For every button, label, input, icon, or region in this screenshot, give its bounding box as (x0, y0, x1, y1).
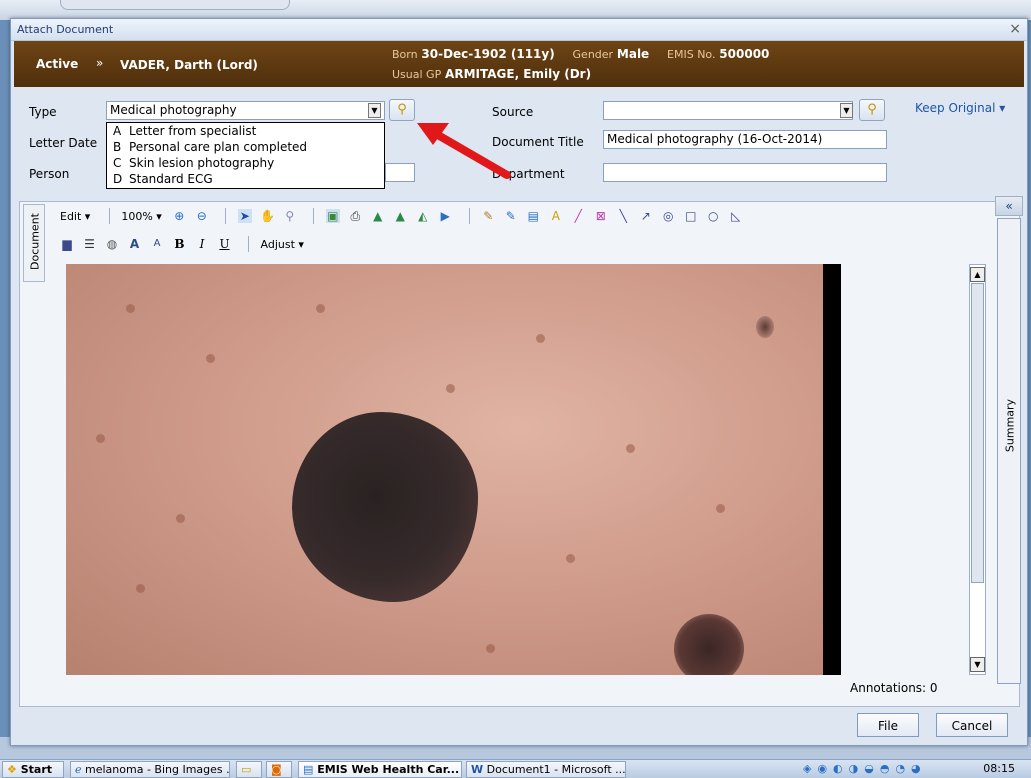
type-dropdown-list: A Letter from specialist B Personal care p… (106, 122, 385, 189)
system-tray: ◈◉◐◑◒◓◔◕ 08:15 (799, 761, 1029, 778)
red-arrow-annotation-icon (417, 123, 511, 179)
tray-icons[interactable]: ◈◉◐◑◒◓◔◕ (803, 762, 927, 775)
document-tab[interactable]: Document (23, 204, 45, 282)
file-button[interactable]: File (857, 713, 919, 737)
lesion-photo (66, 264, 823, 675)
emis-label: EMIS No. (667, 48, 716, 61)
taskbar-item-browser[interactable]: ℯ melanoma - Bing Images ... (70, 761, 230, 778)
annotations-count: Annotations: 0 (850, 681, 938, 695)
dialog-titlebar: Attach Document × (11, 19, 1027, 41)
patient-banner: Active » VADER, Darth (Lord) Born 30-Dec… (14, 41, 1024, 87)
born-label: Born (392, 48, 418, 61)
viewer-toolbar-row2: ▆ ☰ ◍ A A B I U Adjust ▾ (60, 236, 311, 258)
paint-bucket-icon[interactable]: ◍ (105, 237, 119, 251)
document-viewer: Document Edit ▾ 100% ▾ ⊕ ⊖ ➤ ✋ ⚲ ▣ ⎙ ▲ ▲… (19, 196, 1023, 707)
flip-icon[interactable]: ◭ (416, 209, 430, 223)
rotate-right-icon[interactable]: ▲ (393, 209, 407, 223)
type-option[interactable]: A Letter from specialist (107, 123, 384, 139)
person-label: Person (29, 167, 70, 181)
type-option[interactable]: B Personal care plan completed (107, 139, 384, 155)
zoom-select[interactable]: 100% ▾ (121, 210, 161, 223)
born-value: 30-Dec-1902 (111y) (421, 47, 555, 61)
close-icon[interactable]: × (1009, 21, 1021, 37)
attach-document-dialog: Attach Document × Active » VADER, Darth … (10, 18, 1028, 746)
rectangle-icon[interactable]: □ (684, 209, 698, 223)
zoom-out-icon[interactable]: ⊖ (195, 209, 209, 223)
windows-taskbar: ❖ Start ℯ melanoma - Bing Images ... ▭ ◙… (0, 759, 1031, 778)
source-dropdown-arrow-icon[interactable]: ▼ (840, 103, 853, 118)
desktop-top (0, 0, 1031, 20)
collapse-icon[interactable]: « (995, 196, 1023, 216)
lasso-icon[interactable]: ◎ (661, 209, 675, 223)
arrow-tool-icon[interactable]: ↗ (639, 209, 653, 223)
scroll-thumb[interactable] (971, 283, 984, 583)
gender-label: Gender (572, 48, 614, 61)
patient-status: Active (36, 57, 79, 71)
bold-icon[interactable]: B (173, 237, 187, 251)
gp-label: Usual GP (392, 68, 442, 81)
clock: 08:15 (983, 762, 1015, 775)
stamp-icon[interactable]: ✎ (481, 209, 495, 223)
department-input[interactable] (603, 163, 887, 182)
text-box-icon[interactable]: ▤ (526, 209, 540, 223)
patient-details-row1: Born 30-Dec-1902 (111y) Gender Male EMIS… (392, 47, 769, 61)
taskbar-folder-icon[interactable]: ▭ (236, 761, 262, 778)
source-search-icon[interactable]: ⚲ (859, 99, 885, 121)
line-icon[interactable]: ╲ (616, 209, 630, 223)
gp-value: ARMITAGE, Emily (Dr) (445, 67, 592, 81)
highlight-icon[interactable]: A (549, 209, 563, 223)
melanoma-lesion (292, 412, 478, 602)
letter-date-label: Letter Date (29, 136, 98, 150)
magnifier-icon[interactable]: ⚲ (283, 209, 297, 223)
rotate-left-icon[interactable]: ▲ (371, 209, 385, 223)
summary-pane: « Summary (995, 196, 1023, 688)
scroll-up-icon[interactable]: ▲ (970, 267, 985, 282)
polygon-icon[interactable]: ◺ (729, 209, 743, 223)
viewer-toolbar-row1: Edit ▾ 100% ▾ ⊕ ⊖ ➤ ✋ ⚲ ▣ ⎙ ▲ ▲ ◭ ▶ ✎ ✎ … (60, 208, 748, 230)
zoom-in-icon[interactable]: ⊕ (172, 209, 186, 223)
play-icon[interactable]: ▶ (438, 209, 452, 223)
keep-original-menu[interactable]: Keep Original ▾ (915, 101, 1005, 115)
start-button[interactable]: ❖ Start (2, 761, 64, 778)
type-dropdown-arrow-icon[interactable]: ▼ (368, 103, 381, 118)
summary-tab[interactable]: Summary (997, 218, 1021, 684)
taskbar-app-icon[interactable]: ◙ (266, 761, 292, 778)
pan-hand-icon[interactable]: ✋ (260, 209, 275, 223)
gender-value: Male (616, 47, 650, 61)
viewer-scrollbar[interactable]: ▲ ▼ (969, 264, 986, 675)
adjust-menu[interactable]: Adjust ▾ (261, 238, 304, 251)
patient-name: VADER, Darth (Lord) (120, 58, 258, 72)
type-label: Type (29, 105, 57, 119)
type-option[interactable]: D Standard ECG (107, 171, 384, 187)
font-shrink-icon[interactable]: A (150, 237, 164, 251)
taskbar-item-emis[interactable]: ▤ EMIS Web Health Car... (298, 761, 462, 778)
pen-icon[interactable]: ╱ (571, 209, 585, 223)
italic-icon[interactable]: I (195, 237, 209, 251)
taskbar-item-word[interactable]: W Document1 - Microsoft ... (466, 761, 626, 778)
ellipse-icon[interactable]: ○ (706, 209, 720, 223)
patient-details-row2: Usual GP ARMITAGE, Emily (Dr) (392, 67, 591, 81)
document-title-input[interactable]: Medical photography (16-Oct-2014) (603, 130, 887, 149)
cancel-button[interactable]: Cancel (936, 713, 1008, 737)
stamp2-icon[interactable]: ✎ (504, 209, 518, 223)
expand-chevron-icon[interactable]: » (96, 56, 103, 70)
type-select[interactable]: Medical photography (106, 101, 385, 120)
scroll-down-icon[interactable]: ▼ (970, 657, 985, 672)
font-grow-icon[interactable]: A (128, 237, 142, 251)
image-adjust-icon[interactable]: ▣ (325, 209, 340, 223)
dialog-title: Attach Document (17, 23, 114, 36)
edit-menu[interactable]: Edit ▾ (60, 210, 90, 223)
eraser-icon[interactable]: ⊠ (594, 209, 608, 223)
emis-value: 500000 (719, 47, 770, 61)
source-select[interactable] (603, 101, 853, 120)
underline-icon[interactable]: U (218, 237, 232, 251)
line-style-icon[interactable]: ☰ (83, 237, 97, 251)
fill-color-icon[interactable]: ▆ (60, 237, 74, 251)
print-icon[interactable]: ⎙ (348, 209, 362, 223)
pointer-icon[interactable]: ➤ (237, 209, 252, 223)
type-option[interactable]: C Skin lesion photography (107, 155, 384, 171)
